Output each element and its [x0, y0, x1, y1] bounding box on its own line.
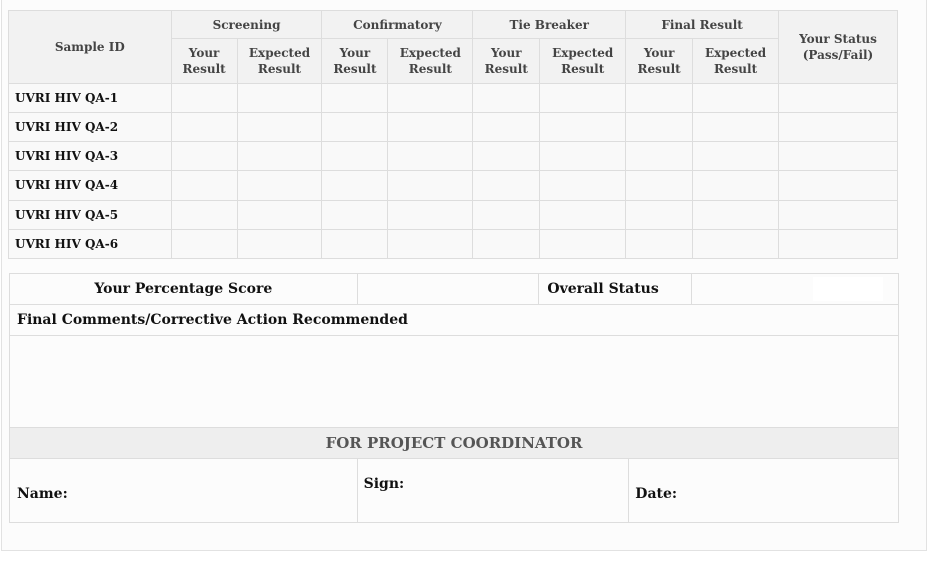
result-cell[interactable]	[625, 228, 694, 260]
result-cell[interactable]	[539, 199, 627, 230]
result-cell[interactable]	[236, 141, 323, 172]
result-cell[interactable]	[387, 199, 474, 230]
sample-id-header: Sample ID	[8, 10, 172, 84]
sample-row: UVRI HIV QA-4	[8, 170, 898, 201]
result-cell[interactable]	[539, 141, 627, 172]
status-header: Your Status (Pass/Fail)	[778, 10, 898, 84]
coordinator-heading: FOR PROJECT COORDINATOR	[9, 427, 899, 459]
status-cell[interactable]	[778, 111, 898, 143]
results-table: Sample ID Screening Confirmatory Tie Bre…	[8, 9, 898, 260]
result-cell[interactable]	[170, 170, 238, 201]
percentage-score-field[interactable]	[356, 273, 540, 305]
result-cell[interactable]	[387, 170, 474, 201]
date-label: Date:	[628, 458, 899, 523]
result-cell[interactable]	[472, 82, 541, 113]
result-cell[interactable]	[321, 111, 389, 143]
result-cell[interactable]	[170, 82, 238, 113]
expected-result-header: Expected Result	[692, 38, 779, 84]
result-cell[interactable]	[692, 228, 779, 260]
sample-id-cell: UVRI HIV QA-1	[8, 82, 172, 113]
result-cell[interactable]	[692, 111, 779, 143]
percentage-score-label: Your Percentage Score	[9, 273, 358, 305]
result-cell[interactable]	[236, 82, 323, 113]
result-cell[interactable]	[472, 228, 541, 260]
expected-result-header: Expected Result	[387, 38, 474, 84]
result-cell[interactable]	[539, 170, 627, 201]
result-cell[interactable]	[472, 199, 541, 230]
result-cell[interactable]	[387, 141, 474, 172]
expected-result-header: Expected Result	[539, 38, 627, 84]
result-cell[interactable]	[387, 111, 474, 143]
status-cell[interactable]	[778, 228, 898, 260]
result-cell[interactable]	[625, 141, 694, 172]
result-cell[interactable]	[321, 170, 389, 201]
sample-id-cell: UVRI HIV QA-5	[8, 199, 172, 230]
result-cell[interactable]	[472, 170, 541, 201]
result-cell[interactable]	[539, 111, 627, 143]
name-label: Name:	[9, 458, 358, 523]
sample-id-cell: UVRI HIV QA-2	[8, 111, 172, 143]
status-cell[interactable]	[778, 82, 898, 113]
comments-field[interactable]	[9, 335, 899, 428]
status-cell[interactable]	[778, 141, 898, 172]
result-cell[interactable]	[321, 82, 389, 113]
sample-id-cell: UVRI HIV QA-6	[8, 228, 172, 260]
summary-table: Your Percentage Score Overall Status Fin…	[9, 273, 899, 523]
your-result-header: Your Result	[321, 38, 389, 84]
result-cell[interactable]	[236, 111, 323, 143]
result-cell[interactable]	[321, 141, 389, 172]
result-cell[interactable]	[625, 199, 694, 230]
overall-status-value-box	[813, 277, 883, 301]
result-cell[interactable]	[625, 82, 694, 113]
result-cell[interactable]	[321, 228, 389, 260]
overall-status-label: Overall Status	[538, 273, 693, 305]
status-cell[interactable]	[778, 170, 898, 201]
result-cell[interactable]	[625, 111, 694, 143]
result-cell[interactable]	[387, 228, 474, 260]
status-cell[interactable]	[778, 199, 898, 230]
sample-id-cell: UVRI HIV QA-4	[8, 170, 172, 201]
result-cell[interactable]	[625, 170, 694, 201]
expected-result-header: Expected Result	[236, 38, 323, 84]
result-cell[interactable]	[539, 228, 627, 260]
result-cell[interactable]	[170, 199, 238, 230]
result-cell[interactable]	[692, 199, 779, 230]
result-cell[interactable]	[387, 82, 474, 113]
sign-label: Sign:	[356, 458, 630, 523]
tie-breaker-header: Tie Breaker	[472, 9, 627, 40]
result-cell[interactable]	[692, 141, 779, 172]
result-cell[interactable]	[692, 170, 779, 201]
result-cell[interactable]	[170, 228, 238, 260]
result-cell[interactable]	[170, 141, 238, 172]
result-cell[interactable]	[236, 170, 323, 201]
sample-id-cell: UVRI HIV QA-3	[8, 141, 172, 172]
result-cell[interactable]	[472, 141, 541, 172]
screening-header: Screening	[170, 9, 323, 40]
result-cell[interactable]	[692, 82, 779, 113]
result-cell[interactable]	[472, 111, 541, 143]
result-cell[interactable]	[236, 228, 323, 260]
your-result-header: Your Result	[472, 38, 541, 84]
sample-row: UVRI HIV QA-5	[8, 199, 898, 230]
your-result-header: Your Result	[170, 38, 238, 84]
sample-row: UVRI HIV QA-2	[8, 111, 898, 143]
confirmatory-header: Confirmatory	[321, 9, 474, 40]
comments-label: Final Comments/Corrective Action Recomme…	[9, 304, 899, 336]
sample-row: UVRI HIV QA-3	[8, 141, 898, 172]
result-cell[interactable]	[539, 82, 627, 113]
result-cell[interactable]	[170, 111, 238, 143]
result-cell[interactable]	[236, 199, 323, 230]
sample-row: UVRI HIV QA-6	[8, 228, 898, 260]
sample-row: UVRI HIV QA-1	[8, 82, 898, 113]
your-result-header: Your Result	[625, 38, 694, 84]
sample-rows: UVRI HIV QA-1 UVRI HIV QA-2 UVRI HIV QA-3 U…	[8, 82, 898, 260]
final-result-header: Final Result	[625, 9, 779, 40]
result-cell[interactable]	[321, 199, 389, 230]
